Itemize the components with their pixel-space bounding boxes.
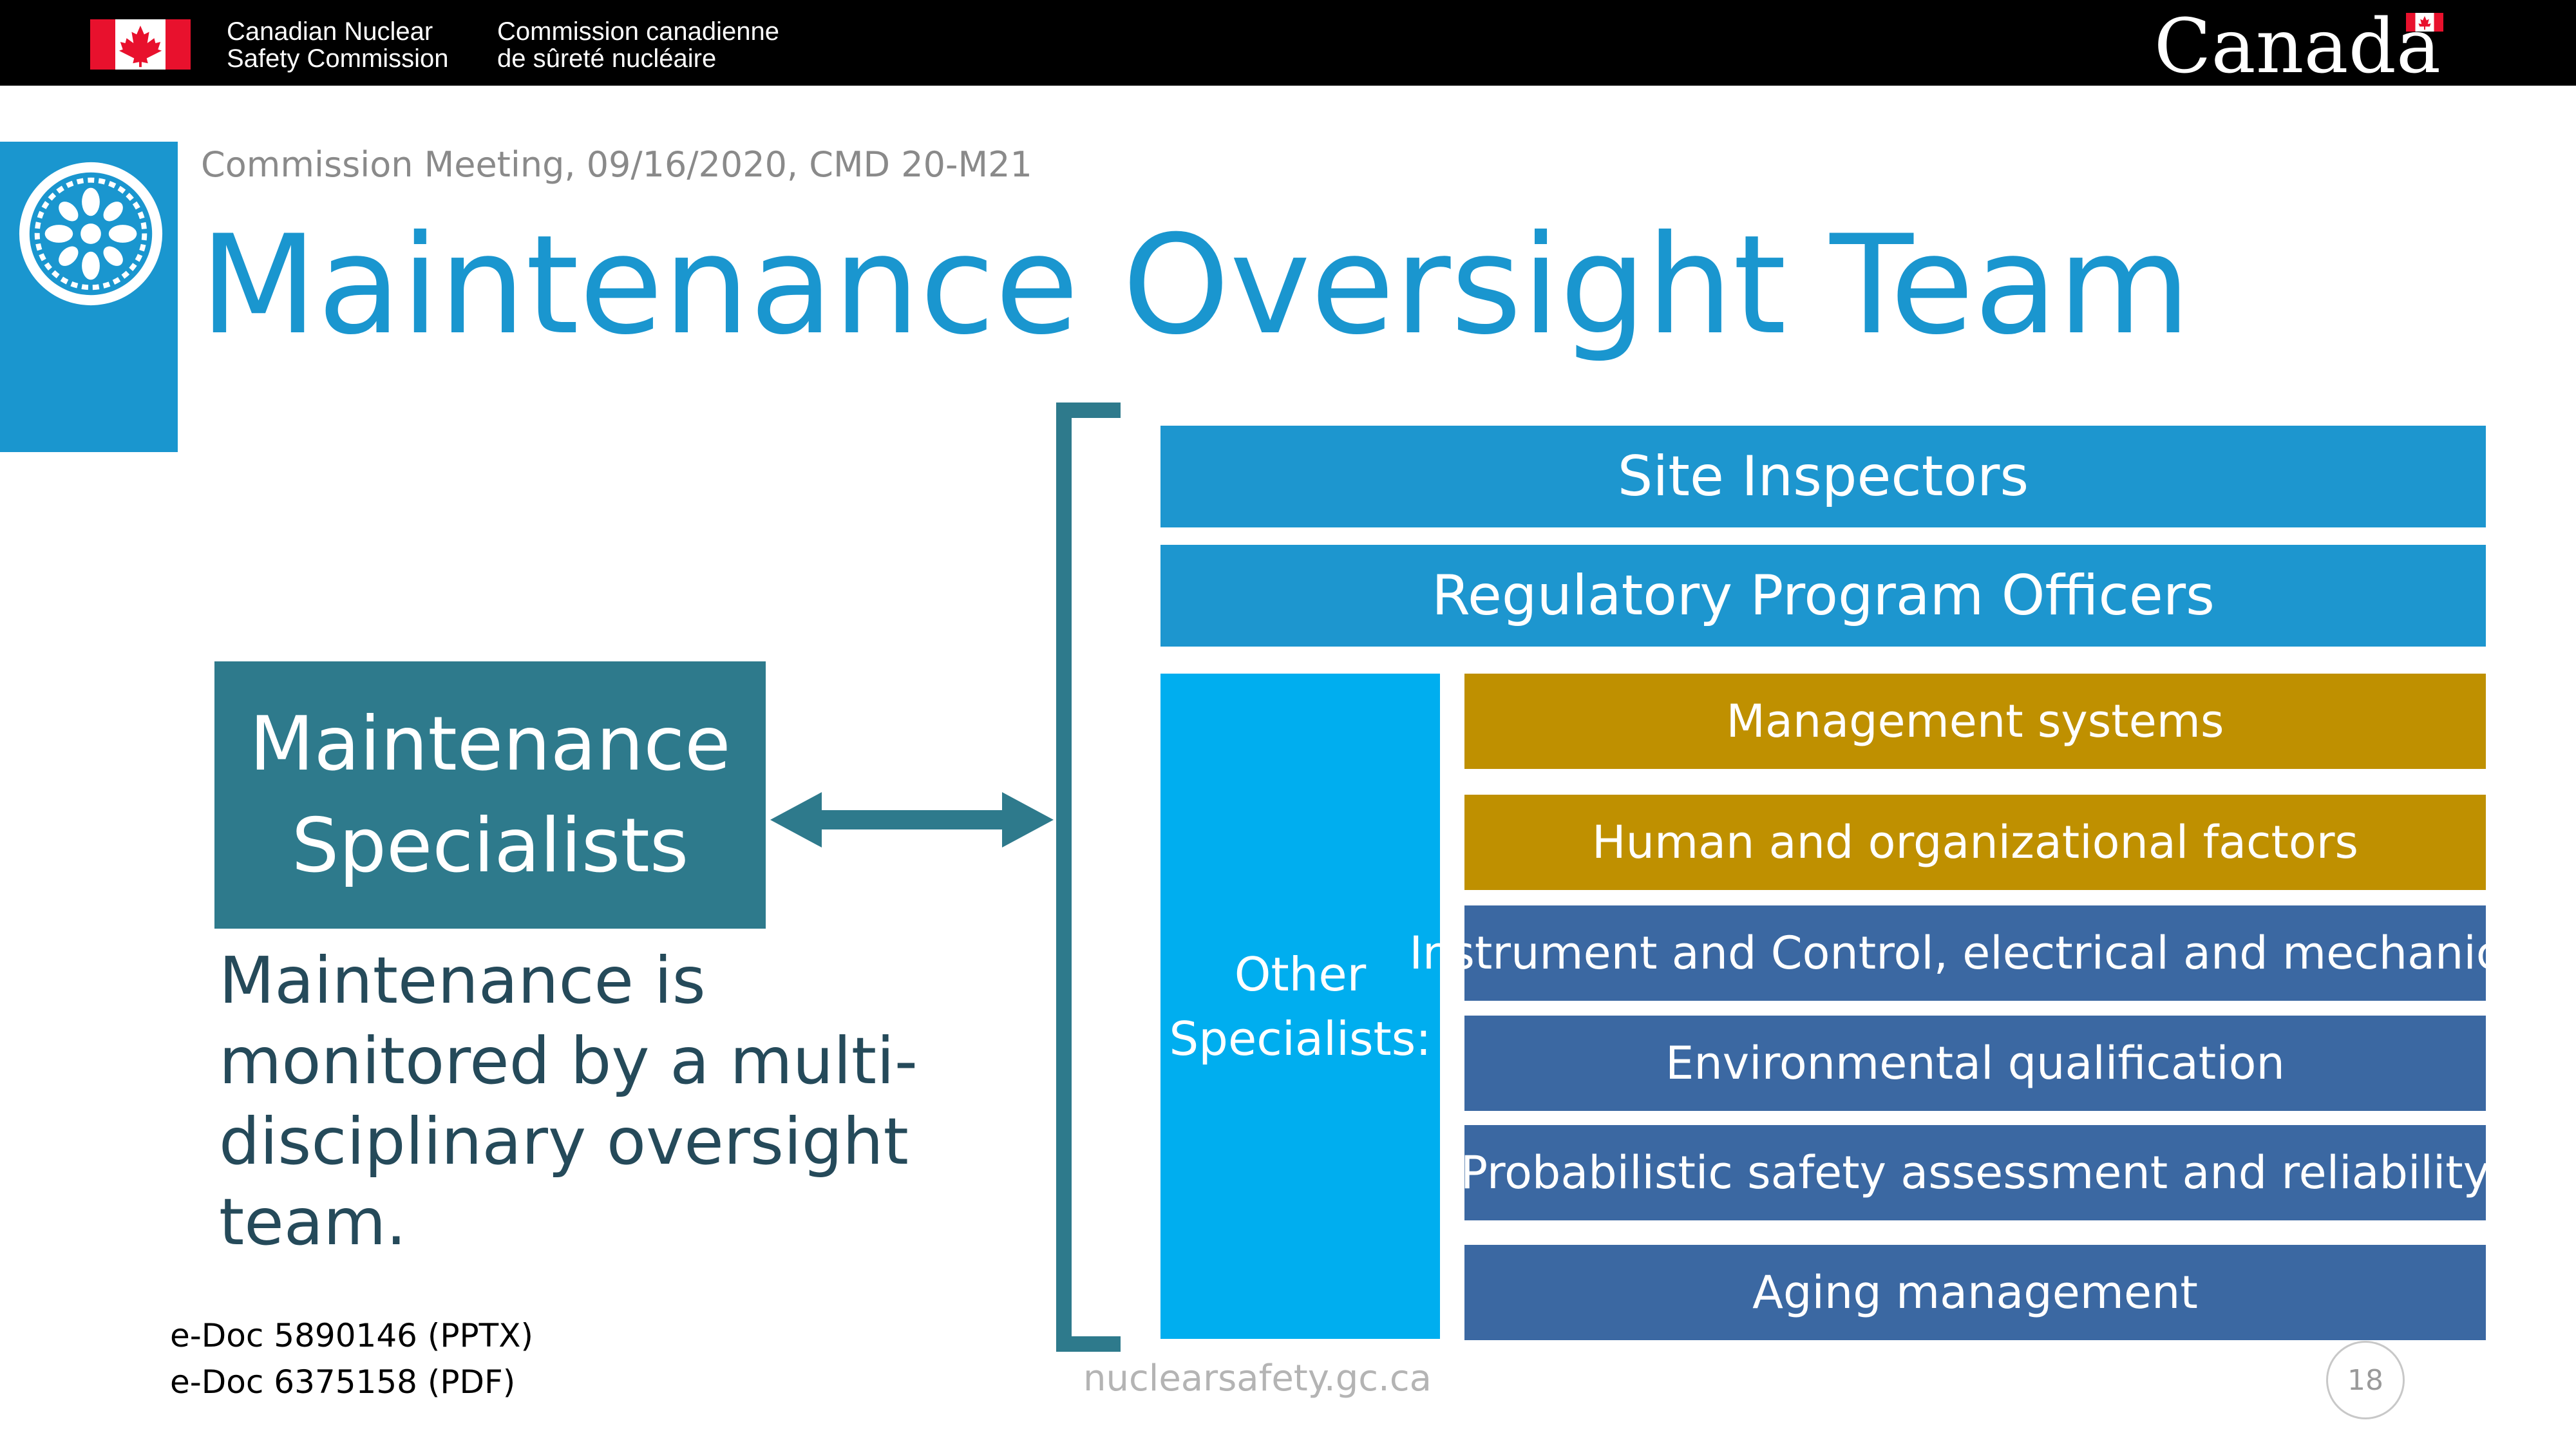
specialist-item-human-organizational-factors: Human and organizational factors xyxy=(1464,795,2486,890)
org-name-english: Canadian Nuclear Safety Commission xyxy=(227,17,449,73)
site-inspectors-label: Site Inspectors xyxy=(1617,444,2029,509)
maintenance-specialists-box: Maintenance Specialists xyxy=(214,661,766,929)
cnsc-emblem-icon xyxy=(19,162,163,306)
specialist-item-aging-management: Aging management xyxy=(1464,1245,2486,1340)
page-number-label: 18 xyxy=(2347,1363,2383,1397)
specialist-label: Human and organizational factors xyxy=(1591,816,2359,869)
specialist-item-management-systems: Management systems xyxy=(1464,674,2486,769)
site-inspectors-bar: Site Inspectors xyxy=(1160,426,2486,527)
meeting-reference: Commission Meeting, 09/16/2020, CMD 20-M… xyxy=(201,144,1032,185)
specialist-label: Aging management xyxy=(1752,1266,2198,1319)
double-arrow-icon xyxy=(770,792,1054,848)
specialist-item-environmental-qualification: Environmental qualification xyxy=(1464,1016,2486,1111)
website-url: nuclearsafety.gc.ca xyxy=(1083,1358,1432,1399)
other-specialists-box: Other Specialists: xyxy=(1160,674,1440,1339)
maintenance-specialists-label: Maintenance Specialists xyxy=(249,700,731,889)
slide-title: Maintenance Oversight Team xyxy=(200,205,2191,365)
regulatory-program-officers-bar: Regulatory Program Officers xyxy=(1160,545,2486,647)
edoc-pdf: e-Doc 6375158 (PDF) xyxy=(170,1363,516,1401)
bracket-icon xyxy=(1056,402,1121,1352)
specialist-label: Environmental qualification xyxy=(1665,1037,2285,1090)
specialist-label: Management systems xyxy=(1726,695,2224,748)
edoc-references: e-Doc 5890146 (PPTX) e-Doc 6375158 (PDF) xyxy=(170,1312,533,1405)
specialist-item-probabilistic-safety: Probabilistic safety assessment and reli… xyxy=(1461,1125,2490,1220)
page-number: 18 xyxy=(2326,1341,2405,1419)
canada-wordmark: Canada xyxy=(2154,3,2441,90)
canada-flag-icon xyxy=(90,19,191,70)
specialist-item-instrument-control: Instrument and Control, electrical and m… xyxy=(1409,905,2541,1001)
specialist-label: Instrument and Control, electrical and m… xyxy=(1409,927,2541,980)
org-name-french: Commission canadienne de sûreté nucléair… xyxy=(497,17,780,73)
team-description: Maintenance is monitored by a multi-disc… xyxy=(219,943,918,1260)
specialist-label: Probabilistic safety assessment and reli… xyxy=(1460,1146,2490,1199)
edoc-pptx: e-Doc 5890146 (PPTX) xyxy=(170,1317,533,1354)
other-specialists-label: Other Specialists: xyxy=(1169,947,1432,1066)
regulatory-program-officers-label: Regulatory Program Officers xyxy=(1432,564,2215,628)
wordmark-flag-icon xyxy=(2406,13,2443,32)
